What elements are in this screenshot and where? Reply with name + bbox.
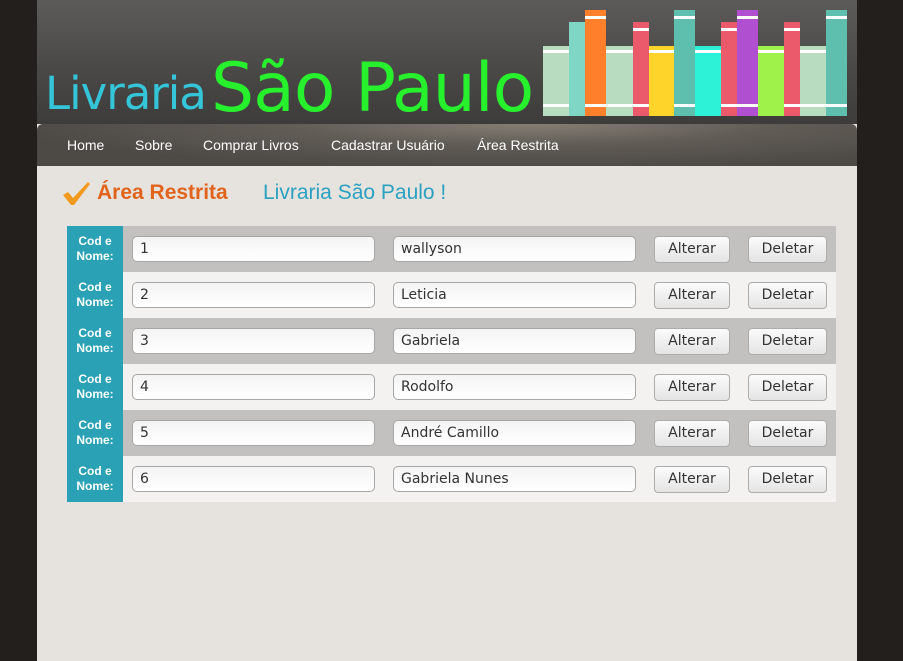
- cod-input[interactable]: [132, 236, 375, 262]
- nome-input[interactable]: [393, 328, 636, 354]
- row-label: Cod e Nome:: [67, 226, 123, 272]
- table-row: Cod eNome: Alterar Deletar: [67, 272, 836, 318]
- books-illustration: [543, 10, 847, 116]
- main-nav: Home Sobre Comprar Livros Cadastrar Usuá…: [37, 124, 857, 166]
- alterar-button[interactable]: Alterar: [654, 282, 730, 309]
- table-row: Cod eNome: Alterar Deletar: [67, 364, 836, 410]
- cod-input[interactable]: [132, 466, 375, 492]
- cod-input[interactable]: [132, 328, 375, 354]
- row-label-line1: Cod e: [78, 234, 112, 248]
- alterar-button[interactable]: Alterar: [654, 328, 730, 355]
- page-container: Livraria São Paulo Home Sobre Comprar Li…: [37, 0, 857, 661]
- cod-input[interactable]: [132, 420, 375, 446]
- row-label-line2: Nome:: [76, 433, 114, 447]
- table-row: Cod eNome: Alterar Deletar: [67, 226, 836, 272]
- row-label-line2: Nome:: [76, 341, 114, 355]
- row-label-line1: Cod e: [78, 418, 112, 432]
- logo-text-sao-paulo: São Paulo: [211, 49, 534, 124]
- nome-input[interactable]: [393, 282, 636, 308]
- cod-input[interactable]: [132, 374, 375, 400]
- nome-input[interactable]: [393, 420, 636, 446]
- row-label: Cod e Nome:: [67, 272, 123, 318]
- nav-item-comprar-livros[interactable]: Comprar Livros: [203, 137, 299, 153]
- site-header: Livraria São Paulo: [37, 0, 857, 124]
- cod-input[interactable]: [132, 282, 375, 308]
- row-label: Cod e Nome:: [67, 364, 123, 410]
- users-table: Cod eNome:AlterarDeletarCod eNome:Altera…: [67, 226, 836, 502]
- alterar-button[interactable]: Alterar: [654, 420, 730, 447]
- deletar-button[interactable]: Deletar: [748, 374, 827, 401]
- nome-input[interactable]: [393, 374, 636, 400]
- row-label: Cod e Nome:: [67, 456, 123, 502]
- row-label: Cod e Nome:: [67, 410, 123, 456]
- row-label-line1: Cod e: [78, 326, 112, 340]
- nav-item-sobre[interactable]: Sobre: [135, 137, 172, 153]
- deletar-button[interactable]: Deletar: [748, 466, 827, 493]
- row-label-line1: Cod e: [78, 372, 112, 386]
- table-row: Cod eNome: Alterar Deletar: [67, 456, 836, 502]
- deletar-button[interactable]: Deletar: [748, 328, 827, 355]
- nav-item-home[interactable]: Home: [67, 137, 104, 153]
- row-label-line2: Nome:: [76, 295, 114, 309]
- alterar-button[interactable]: Alterar: [654, 236, 730, 263]
- deletar-button[interactable]: Deletar: [748, 236, 827, 263]
- alterar-button[interactable]: Alterar: [654, 374, 730, 401]
- nome-input[interactable]: [393, 466, 636, 492]
- page-title-area-restrita: Área Restrita: [97, 181, 228, 204]
- row-label-line2: Nome:: [76, 249, 114, 263]
- row-label-line1: Cod e: [78, 464, 112, 478]
- row-label: Cod e Nome:: [67, 318, 123, 364]
- deletar-button[interactable]: Deletar: [748, 420, 827, 447]
- row-label-line2: Nome:: [76, 387, 114, 401]
- row-label-line1: Cod e: [78, 280, 112, 294]
- nav-item-area-restrita[interactable]: Área Restrita: [477, 137, 559, 153]
- row-label-line2: Nome:: [76, 479, 114, 493]
- nome-input[interactable]: [393, 236, 636, 262]
- page-title-livraria: Livraria São Paulo !: [263, 181, 447, 204]
- deletar-button[interactable]: Deletar: [748, 282, 827, 309]
- checkmark-icon: [63, 182, 90, 205]
- nav-item-cadastrar-usuario[interactable]: Cadastrar Usuário: [331, 137, 445, 153]
- table-row: Cod eNome: Alterar Deletar: [67, 410, 836, 456]
- alterar-button[interactable]: Alterar: [654, 466, 730, 493]
- logo-text-livraria: Livraria: [45, 67, 207, 120]
- table-row: Cod eNome: Alterar Deletar: [67, 318, 836, 364]
